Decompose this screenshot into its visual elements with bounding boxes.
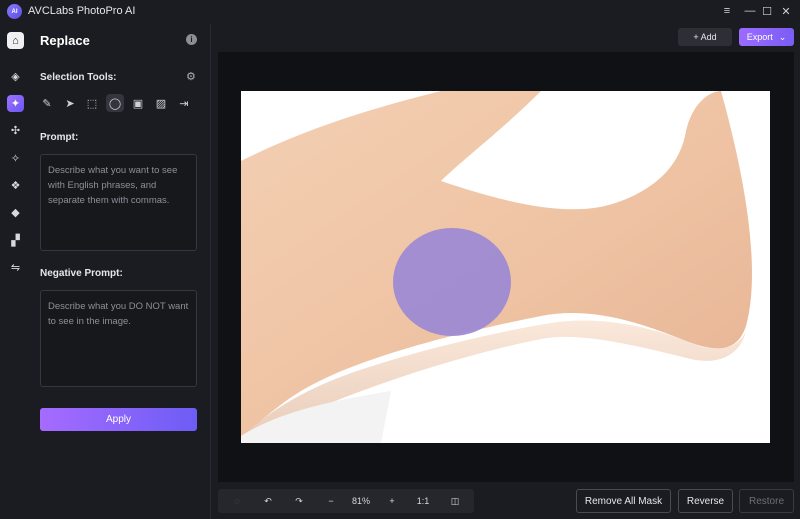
blocks-icon[interactable]: ▞ <box>7 232 24 249</box>
panel-title: Replace <box>40 33 90 48</box>
app-logo-icon: AI <box>7 4 22 19</box>
replace-panel: Replace i Selection Tools: ⚙ ✎ ➤ ⬚ ◯ ▣ ▨… <box>30 24 210 519</box>
export-button[interactable]: Export ⌄ <box>739 28 794 46</box>
zoom-in-icon[interactable]: + <box>385 494 399 508</box>
photo-canvas[interactable] <box>241 91 770 443</box>
menu-icon[interactable]: ≡ <box>720 4 734 18</box>
undo-icon[interactable]: ↶ <box>261 494 275 508</box>
negative-prompt-label: Negative Prompt: <box>40 268 123 279</box>
reverse-button[interactable]: Reverse <box>678 489 733 513</box>
export-selection-icon[interactable]: ⇥ <box>175 94 193 112</box>
selection-mask[interactable] <box>393 228 511 336</box>
tool-rail: ⌂ ◈ ✦ ✣ ✧ ❖ ◆ ▞ ⇋ <box>0 24 30 519</box>
close-icon[interactable]: ✕ <box>779 4 793 18</box>
zoom-out-icon[interactable]: − <box>324 494 338 508</box>
enhance-icon[interactable]: ✧ <box>7 150 24 167</box>
gear-icon[interactable]: ⚙ <box>186 70 196 83</box>
ellipse-select-icon[interactable]: ◯ <box>106 94 124 112</box>
grid-icon[interactable]: ❖ <box>7 177 24 194</box>
brush-icon[interactable]: ✎ <box>38 94 56 112</box>
app-title: AVCLabs PhotoPro AI <box>28 5 136 17</box>
add-button[interactable]: + Add <box>678 28 732 46</box>
remove-all-mask-button[interactable]: Remove All Mask <box>576 489 671 513</box>
rect-select-icon[interactable]: ⬚ <box>83 94 101 112</box>
maximize-icon[interactable]: ☐ <box>760 4 774 18</box>
minimize-icon[interactable]: — <box>743 4 757 18</box>
rotate-icon[interactable]: ◌ <box>230 494 244 508</box>
cursor-icon[interactable]: ➤ <box>61 94 79 112</box>
actual-size-button[interactable]: 1:1 <box>415 494 431 508</box>
prompt-label: Prompt: <box>40 132 79 143</box>
chevron-down-icon: ⌄ <box>778 31 787 42</box>
redo-icon[interactable]: ↷ <box>292 494 306 508</box>
title-bar: AI AVCLabs PhotoPro AI ≡ — ☐ ✕ <box>0 0 800 24</box>
adjust-icon[interactable]: ⇋ <box>7 259 24 276</box>
zoom-level: 81% <box>351 496 370 506</box>
replace-icon[interactable]: ✦ <box>7 95 24 112</box>
info-icon[interactable]: i <box>186 34 197 45</box>
apply-button[interactable]: Apply <box>40 408 197 431</box>
fill-icon[interactable]: ◆ <box>7 204 24 221</box>
selection-tools-label: Selection Tools: <box>40 72 117 83</box>
person-select-icon[interactable]: ▣ <box>129 94 147 112</box>
prompt-input[interactable]: Describe what you want to see with Engli… <box>40 154 197 251</box>
restore-button[interactable]: Restore <box>739 489 794 513</box>
export-label: Export <box>746 32 773 42</box>
scatter-icon[interactable]: ✣ <box>7 122 24 139</box>
home-icon[interactable]: ⌂ <box>7 32 24 49</box>
negative-prompt-input[interactable]: Describe what you DO NOT want to see in … <box>40 290 197 387</box>
eraser-icon[interactable]: ◈ <box>7 68 24 85</box>
zoom-toolbar: ◌ ↶ ↷ − 81% + 1:1 ◫ <box>218 489 474 513</box>
arm-photo <box>241 91 770 443</box>
object-select-icon[interactable]: ▨ <box>152 94 170 112</box>
compare-icon[interactable]: ◫ <box>448 494 462 508</box>
panel-divider <box>210 24 211 519</box>
